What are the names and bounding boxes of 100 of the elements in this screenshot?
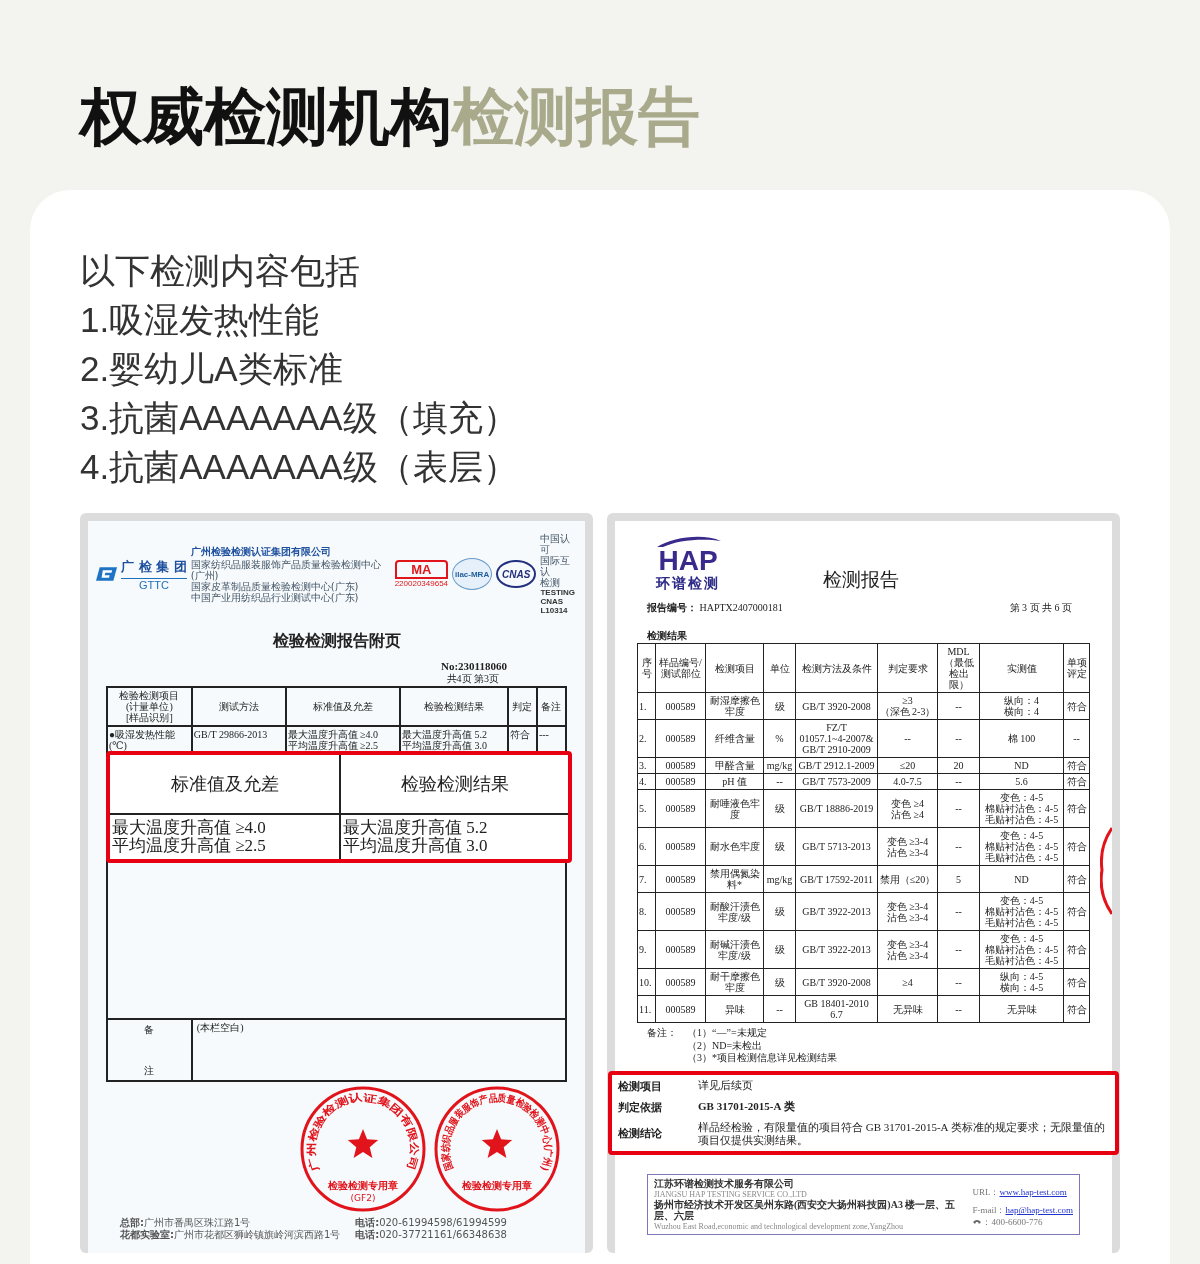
- table-cell: --: [937, 692, 980, 720]
- table-cell: GB/T 3920-2008: [795, 692, 878, 720]
- table-cell: 000589: [655, 773, 706, 790]
- table-cell: 耐湿摩擦色牢度: [705, 692, 764, 720]
- table-cell: 耐水色牢度: [705, 827, 764, 866]
- table-cell: GB 18401-2010 6.7: [795, 995, 878, 1023]
- table-cell: 变色：4-5 棉贴衬沾色：4-5 毛贴衬沾色：4-5: [979, 827, 1064, 866]
- table-cell: 000589: [655, 995, 706, 1023]
- conclusion-label: 检测项目: [618, 1078, 663, 1094]
- table-cell: 耐酸汗渍色牢度/级: [705, 892, 764, 931]
- table-cell: pH 值: [705, 773, 764, 790]
- callout-cell-text: 最大温度升高值 ≥4.0 平均温度升高值 ≥2.5: [111, 817, 267, 857]
- table-cell: GB/T 5713-2013: [795, 827, 878, 866]
- company-name: 江苏环谱检测技术服务有限公司: [654, 1178, 795, 1190]
- phone-number: ：400-6600-776: [982, 1217, 1043, 1228]
- column-header: 判定要求: [877, 643, 938, 693]
- intro-item: 1.吸湿发热性能: [80, 299, 321, 341]
- conclusion-label: 检测结论: [618, 1126, 663, 1142]
- intro-item: 2.婴幼儿A类标准: [80, 348, 344, 390]
- table-cell: 符合: [1063, 968, 1090, 996]
- company-line: 国家纺织品服装服饰产品质量检验检测中心(广州): [190, 559, 382, 581]
- seal-text: 广州检验检测认证集团有限公司: [306, 1091, 421, 1173]
- column-header: 测试方法: [191, 687, 286, 726]
- table-cell: 棉 100: [979, 719, 1064, 758]
- table-cell: 符合: [1063, 892, 1090, 931]
- seal-text: 检验检测专用章: [462, 1180, 532, 1191]
- table-cell: 级: [763, 930, 796, 969]
- column-header: 单项评定: [1063, 643, 1090, 693]
- table-cell: 6.: [637, 827, 656, 866]
- table-cell: 符合: [1063, 773, 1090, 790]
- table-cell: 5.: [637, 789, 656, 828]
- page-count: 共4页 第3页: [446, 672, 499, 686]
- company-name-en: JIANGSU HAP TESTING SERVICE CO.,LTD: [654, 1189, 808, 1199]
- table-cell: --: [937, 930, 980, 969]
- table-cell: %: [763, 719, 796, 758]
- column-header: 标准值及允差: [285, 687, 401, 726]
- logo-name: 广 检 集 团: [121, 557, 187, 576]
- intro-item: 4.抗菌AAAAAAA级（表层）: [80, 446, 519, 488]
- column-header: 单位: [763, 643, 796, 693]
- cnas-code: TESTING: [540, 588, 577, 597]
- column-header: 检验检测结果: [400, 687, 508, 726]
- table-cell: 7.: [637, 865, 656, 893]
- url-link[interactable]: www.hap-test.com: [999, 1187, 1067, 1198]
- report-title: 检测报告: [823, 568, 899, 592]
- report-number: HAPTX2407000181: [699, 602, 783, 613]
- table-cell: 变色：4-5 棉贴衬沾色：4-5 毛贴衬沾色：4-5: [979, 892, 1064, 931]
- table-cell: mg/kg: [763, 865, 796, 893]
- table-cell: 变色：4-5 棉贴衬沾色：4-5 毛贴衬沾色：4-5: [979, 930, 1064, 969]
- table-cell: 4.0-7.5: [877, 773, 938, 790]
- table-cell: 8.: [637, 892, 656, 931]
- table-cell: mg/kg: [763, 757, 796, 774]
- table-cell: GB/T 2912.1-2009: [795, 757, 878, 774]
- ma-mark: MA: [394, 560, 449, 579]
- table-cell: 无异味: [979, 995, 1064, 1023]
- table-cell: --: [937, 827, 980, 866]
- cnas-text: 中国认可: [540, 533, 572, 555]
- table-cell: 无异味: [877, 995, 938, 1023]
- report-number-label: 报告编号：: [647, 602, 697, 613]
- table-cell: 000589: [655, 692, 706, 720]
- table-cell: --: [937, 789, 980, 828]
- table-cell: 级: [763, 827, 796, 866]
- table-cell: GB/T 17592-2011: [795, 865, 878, 893]
- table-cell: 纵向：4-5 横向：4-5: [979, 968, 1064, 996]
- table-cell: 符合: [1063, 865, 1090, 893]
- table-cell: 耐碱汗渍色牢度/级: [705, 930, 764, 969]
- table-cell: 异味: [705, 995, 764, 1023]
- table-cell: 级: [763, 968, 796, 996]
- table-cell: 级: [763, 789, 796, 828]
- email-label: F-mail：: [972, 1205, 1006, 1216]
- table-cell: 000589: [655, 892, 706, 931]
- footer-phone: 电话:020-61994598/61994599: [355, 1217, 507, 1229]
- note-text: （3）*项目检测信息详见检测结果: [687, 1052, 838, 1065]
- table-cell: GB/T 3920-2008: [795, 968, 878, 996]
- column-header: 实测值: [979, 643, 1064, 693]
- page-title: 权威检测机构检测报告: [77, 81, 701, 153]
- ma-number: 220020349654: [394, 579, 449, 588]
- table-cell: 000589: [655, 757, 706, 774]
- table-cell: ≥4: [877, 968, 938, 996]
- column-header: 备注: [536, 687, 566, 726]
- table-cell: ≥3 （深色 2-3）: [877, 692, 938, 720]
- intro-lead: 以下检测内容包括: [80, 250, 361, 292]
- table-cell: --: [937, 892, 980, 931]
- table-cell: 20: [937, 757, 980, 774]
- column-header: 检测方法及条件: [795, 643, 878, 693]
- remarks-text: (本栏空白): [191, 1019, 566, 1081]
- table-cell: 变色 ≥3-4 沾色 ≥3-4: [877, 930, 938, 969]
- table-cell: 10.: [637, 968, 656, 996]
- table-cell: ≤20: [877, 757, 938, 774]
- conclusion-value: GB 31701-2015-A 类: [698, 1100, 796, 1114]
- report-number: No:230118060: [441, 660, 507, 672]
- logo-name: 环谱检测: [656, 575, 720, 593]
- table-cell: 000589: [655, 719, 706, 758]
- table-cell: 符合: [1063, 930, 1090, 969]
- column-header: 检测项目: [705, 643, 764, 693]
- email-link[interactable]: hap@hap-test.com: [1005, 1205, 1073, 1216]
- conclusion-label: 判定依据: [618, 1099, 663, 1115]
- table-cell: 符合: [1063, 692, 1090, 720]
- logo-text: HAP: [658, 547, 718, 575]
- section-title: 检测结果: [647, 629, 688, 643]
- notes-label: 备注：: [647, 1027, 677, 1040]
